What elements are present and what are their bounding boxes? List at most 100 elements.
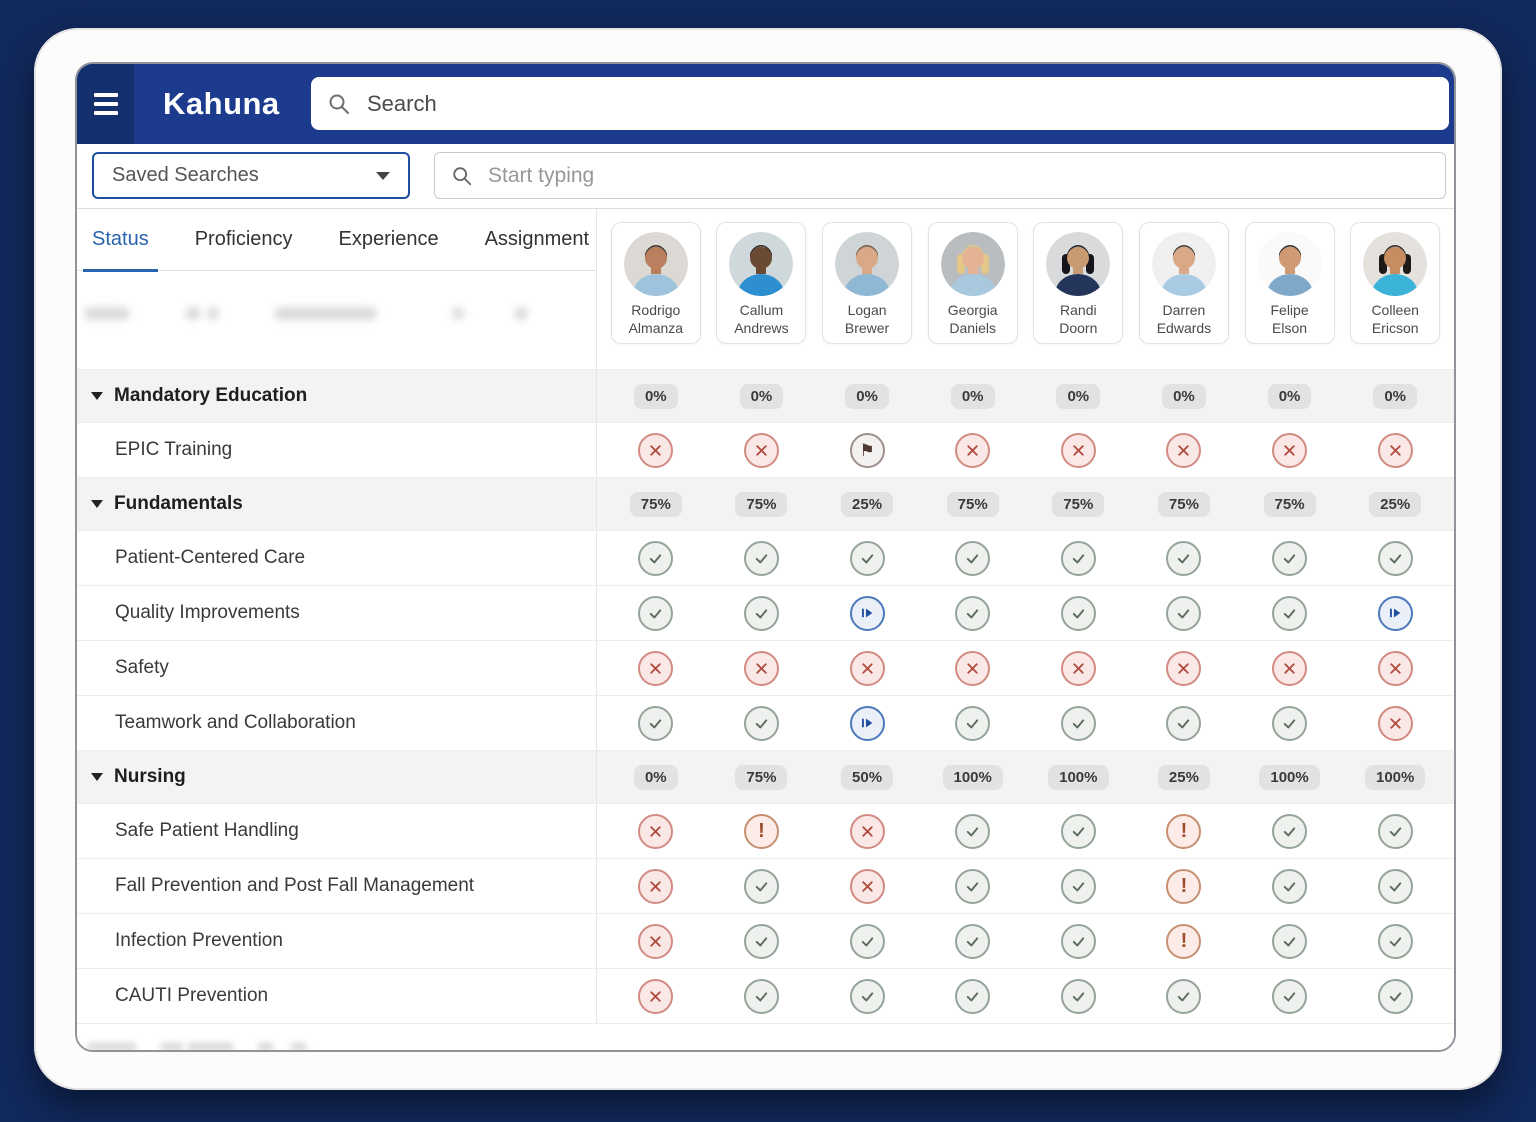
check-status-icon[interactable] [850, 924, 885, 959]
check-status-icon[interactable] [1061, 869, 1096, 904]
x-status-icon[interactable] [638, 924, 673, 959]
x-status-icon[interactable] [1378, 651, 1413, 686]
skill-row: Infection Prevention! [77, 913, 1454, 968]
x-status-icon[interactable] [850, 869, 885, 904]
saved-searches-dropdown[interactable]: Saved Searches [92, 152, 410, 199]
check-status-icon[interactable] [1378, 979, 1413, 1014]
check-status-icon[interactable] [744, 541, 779, 576]
check-status-icon[interactable] [1061, 979, 1096, 1014]
filter-search-input[interactable] [486, 163, 1445, 189]
collapse-triangle-icon[interactable] [91, 773, 103, 781]
completion-percent-badge: 25% [1369, 492, 1421, 517]
x-status-icon[interactable] [1378, 433, 1413, 468]
check-status-icon[interactable] [638, 541, 673, 576]
check-status-icon[interactable] [1166, 706, 1201, 741]
filter-search-bar[interactable] [434, 152, 1446, 199]
x-status-icon[interactable] [1061, 651, 1096, 686]
check-status-icon[interactable] [1166, 541, 1201, 576]
x-status-icon[interactable] [955, 433, 990, 468]
check-status-icon[interactable] [955, 814, 990, 849]
global-search-input[interactable] [365, 90, 1449, 118]
person-card-callum-andrews[interactable]: CallumAndrews [716, 222, 806, 344]
x-status-icon[interactable] [955, 651, 990, 686]
check-status-icon[interactable] [1378, 814, 1413, 849]
row-label-cell: Mandatory Education [77, 370, 597, 422]
person-card-randi-doorn[interactable]: RandiDoorn [1033, 222, 1123, 344]
check-status-icon[interactable] [1061, 596, 1096, 631]
check-status-icon[interactable] [744, 869, 779, 904]
person-card-darren-edwards[interactable]: DarrenEdwards [1139, 222, 1229, 344]
tab-status[interactable]: Status [92, 209, 149, 271]
play-status-icon[interactable] [850, 596, 885, 631]
x-status-icon[interactable] [850, 651, 885, 686]
check-status-icon[interactable] [1272, 814, 1307, 849]
check-status-icon[interactable] [955, 706, 990, 741]
hamburger-menu-button[interactable] [77, 64, 134, 144]
check-status-icon[interactable] [1378, 869, 1413, 904]
x-status-icon[interactable] [1166, 433, 1201, 468]
check-status-icon[interactable] [1061, 924, 1096, 959]
completion-percent-badge: 25% [1158, 765, 1210, 790]
x-status-icon[interactable] [638, 651, 673, 686]
check-status-icon[interactable] [1272, 979, 1307, 1014]
x-status-icon[interactable] [638, 814, 673, 849]
check-status-icon[interactable] [744, 596, 779, 631]
x-status-icon[interactable] [1272, 433, 1307, 468]
check-status-icon[interactable] [1272, 596, 1307, 631]
check-status-icon[interactable] [1061, 706, 1096, 741]
check-status-icon[interactable] [744, 979, 779, 1014]
alert-status-icon[interactable]: ! [1166, 924, 1201, 959]
collapse-triangle-icon[interactable] [91, 500, 103, 508]
flag-status-icon[interactable]: ⚑ [850, 433, 885, 468]
x-status-icon[interactable] [1378, 706, 1413, 741]
check-status-icon[interactable] [1272, 924, 1307, 959]
check-status-icon[interactable] [638, 596, 673, 631]
tab-proficiency[interactable]: Proficiency [195, 209, 293, 271]
check-status-icon[interactable] [1272, 541, 1307, 576]
alert-status-icon[interactable]: ! [1166, 814, 1201, 849]
person-card-rodrigo-almanza[interactable]: RodrigoAlmanza [611, 222, 701, 344]
row-values: 0%0%0%0%0%0%0%0% [597, 370, 1454, 422]
play-status-icon[interactable] [1378, 596, 1413, 631]
check-status-icon[interactable] [744, 924, 779, 959]
x-status-icon[interactable] [1061, 433, 1096, 468]
x-status-icon[interactable] [850, 814, 885, 849]
collapse-triangle-icon[interactable] [91, 392, 103, 400]
check-status-icon[interactable] [744, 706, 779, 741]
play-status-icon[interactable] [850, 706, 885, 741]
check-status-icon[interactable] [1378, 541, 1413, 576]
matrix-rows: Mandatory Education0%0%0%0%0%0%0%0%EPIC … [77, 369, 1454, 1023]
person-card-colleen-ericson[interactable]: ColleenEricson [1350, 222, 1440, 344]
check-status-icon[interactable] [1272, 706, 1307, 741]
check-status-icon[interactable] [1272, 869, 1307, 904]
check-status-icon[interactable] [955, 541, 990, 576]
tab-assignment[interactable]: Assignment [485, 209, 590, 271]
person-card-georgia-daniels[interactable]: GeorgiaDaniels [928, 222, 1018, 344]
x-status-icon[interactable] [744, 651, 779, 686]
person-card-felipe-elson[interactable]: FelipeElson [1245, 222, 1335, 344]
person-card-logan-brewer[interactable]: LoganBrewer [822, 222, 912, 344]
check-status-icon[interactable] [1378, 924, 1413, 959]
check-status-icon[interactable] [955, 869, 990, 904]
x-status-icon[interactable] [638, 869, 673, 904]
check-status-icon[interactable] [850, 541, 885, 576]
check-status-icon[interactable] [638, 706, 673, 741]
x-status-icon[interactable] [1272, 651, 1307, 686]
x-status-icon[interactable] [1166, 651, 1201, 686]
alert-status-icon[interactable]: ! [744, 814, 779, 849]
row-label-cell: Fall Prevention and Post Fall Management [77, 859, 597, 913]
check-status-icon[interactable] [955, 979, 990, 1014]
check-status-icon[interactable] [955, 924, 990, 959]
check-status-icon[interactable] [1166, 596, 1201, 631]
x-status-icon[interactable] [638, 433, 673, 468]
x-status-icon[interactable] [638, 979, 673, 1014]
check-status-icon[interactable] [1061, 541, 1096, 576]
tab-experience[interactable]: Experience [339, 209, 439, 271]
alert-status-icon[interactable]: ! [1166, 869, 1201, 904]
check-status-icon[interactable] [1166, 979, 1201, 1014]
check-status-icon[interactable] [1061, 814, 1096, 849]
x-status-icon[interactable] [744, 433, 779, 468]
global-search-bar[interactable] [311, 77, 1449, 130]
check-status-icon[interactable] [850, 979, 885, 1014]
check-status-icon[interactable] [955, 596, 990, 631]
